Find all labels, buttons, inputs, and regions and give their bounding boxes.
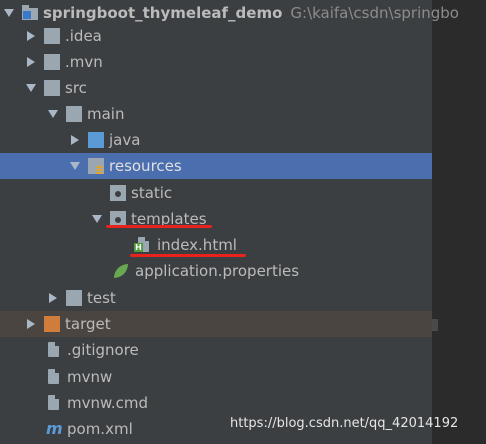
folder-icon xyxy=(66,106,82,122)
tree-row-java[interactable]: java xyxy=(0,127,432,153)
tree-label-java: java xyxy=(109,131,141,149)
tree-label-idea: .idea xyxy=(65,27,102,45)
tree-row-main[interactable]: main xyxy=(0,101,432,127)
tree-label-index-html: index.html xyxy=(157,236,237,254)
excluded-folder-icon xyxy=(44,316,60,332)
folder-icon xyxy=(44,54,60,70)
tree-label-mvnw-cmd: mvnw.cmd xyxy=(67,394,149,412)
file-icon xyxy=(46,342,62,358)
folder-icon xyxy=(110,185,126,201)
file-icon xyxy=(46,395,62,411)
tree-row-resources[interactable]: resources xyxy=(0,153,432,179)
collapse-arrow-icon[interactable] xyxy=(24,311,38,337)
spring-leaf-icon xyxy=(114,263,130,279)
tree-row-gitignore[interactable]: .gitignore xyxy=(0,337,432,363)
tree-label-mvnw: mvnw xyxy=(67,368,113,386)
collapse-arrow-icon[interactable] xyxy=(24,23,38,49)
tree-label-mvn: .mvn xyxy=(65,53,103,71)
watermark: https://blog.csdn.net/qq_42014192 xyxy=(230,416,459,431)
folder-icon xyxy=(44,80,60,96)
expand-arrow-icon[interactable] xyxy=(46,101,60,127)
expand-arrow-icon[interactable] xyxy=(24,75,38,101)
expand-arrow-icon[interactable] xyxy=(68,153,82,179)
expand-arrow-icon[interactable] xyxy=(90,206,104,232)
collapse-arrow-icon[interactable] xyxy=(68,127,82,153)
tree-label-main: main xyxy=(87,105,125,123)
tree-row-mvnw[interactable]: mvnw xyxy=(0,364,432,390)
tree-label-gitignore: .gitignore xyxy=(67,341,139,359)
tree-row-static[interactable]: static xyxy=(0,180,432,206)
tree-row-mvnw-cmd[interactable]: mvnw.cmd xyxy=(0,390,432,416)
html-file-icon: H xyxy=(134,237,152,253)
tree-row-mvn[interactable]: .mvn xyxy=(0,49,432,75)
tree-row-test[interactable]: test xyxy=(0,285,432,311)
file-icon xyxy=(46,369,62,385)
maven-icon: m xyxy=(46,419,63,438)
tree-row-application-properties[interactable]: application.properties xyxy=(0,258,432,284)
resources-folder-icon xyxy=(88,158,104,174)
project-name: springboot_thymeleaf_demo xyxy=(43,4,283,22)
folder-icon xyxy=(66,290,82,306)
collapse-arrow-icon[interactable] xyxy=(24,49,38,75)
tree-row-templates[interactable]: templates xyxy=(0,206,432,232)
tree-label-resources: resources xyxy=(109,157,182,175)
project-path: G:\kaifa\csdn\springbo xyxy=(290,4,459,22)
project-folder-icon xyxy=(22,5,38,21)
tree-row-target[interactable]: target xyxy=(0,311,432,337)
tree-label-test: test xyxy=(87,289,116,307)
collapse-arrow-icon[interactable] xyxy=(46,285,60,311)
annotation-underline xyxy=(130,254,246,257)
editor-gutter xyxy=(432,0,486,444)
tree-row-src[interactable]: src xyxy=(0,75,432,101)
annotation-underline xyxy=(106,225,212,228)
tree-row-idea[interactable]: .idea xyxy=(0,23,432,49)
source-folder-icon xyxy=(88,132,104,148)
folder-icon xyxy=(44,28,60,44)
scrollbar-marker[interactable] xyxy=(432,319,438,331)
tree-label-application-properties: application.properties xyxy=(135,262,300,280)
tree-label-pom-xml: pom.xml xyxy=(67,420,133,438)
tree-label-src: src xyxy=(65,79,87,97)
tree-label-target: target xyxy=(65,315,111,333)
tree-label-static: static xyxy=(131,184,173,202)
